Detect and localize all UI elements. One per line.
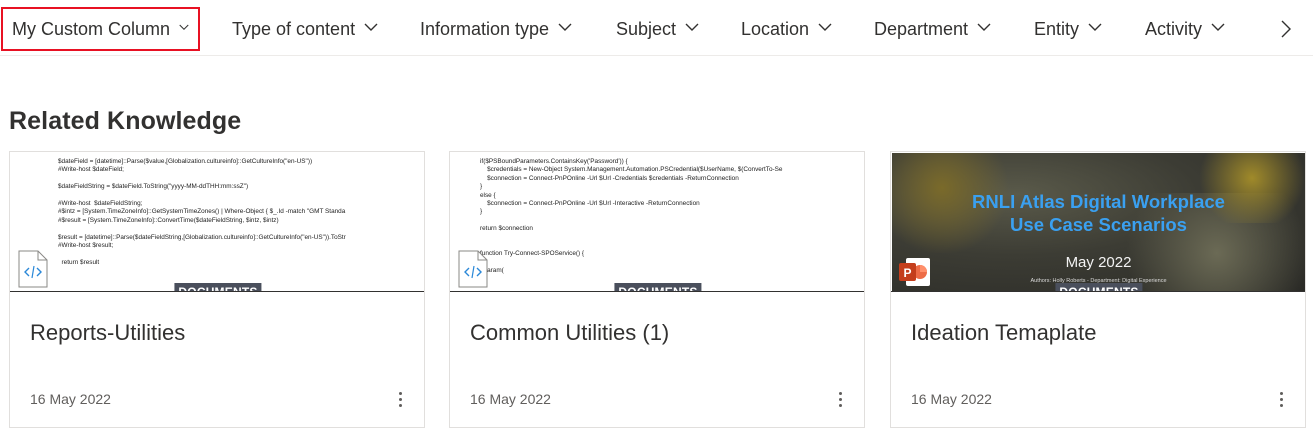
more-options-button[interactable] xyxy=(392,387,408,411)
chevron-down-icon xyxy=(1088,23,1102,31)
card-date: 16 May 2022 xyxy=(911,391,992,407)
filter-type-of-content[interactable]: Type of content xyxy=(232,7,378,51)
scroll-filters-right-button[interactable] xyxy=(1274,14,1298,44)
filter-label: Department xyxy=(874,18,969,39)
document-thumbnail[interactable]: if($PSBoundParameters.ContainsKey('Passw… xyxy=(450,152,864,292)
filter-information-type[interactable]: Information type xyxy=(420,7,572,51)
filter-label: Subject xyxy=(616,18,677,39)
filter-label: Information type xyxy=(420,18,550,39)
slide-title-line: Use Case Scenarios xyxy=(1010,214,1187,235)
card-title[interactable]: Reports-Utilities xyxy=(30,320,185,346)
filter-location[interactable]: Location xyxy=(741,7,832,51)
filter-subject[interactable]: Subject xyxy=(616,7,699,51)
filter-department[interactable]: Department xyxy=(874,7,991,51)
more-options-button[interactable] xyxy=(1273,387,1289,411)
code-file-icon xyxy=(18,250,48,288)
chevron-down-icon xyxy=(179,24,189,30)
chevron-down-icon xyxy=(1211,23,1225,31)
card-date: 16 May 2022 xyxy=(30,391,111,407)
filter-bar: My Custom Column Type of content Informa… xyxy=(0,0,1313,56)
filter-my-custom-column[interactable]: My Custom Column xyxy=(1,7,200,51)
slide-title: RNLI Atlas Digital Workplace Use Case Sc… xyxy=(892,190,1305,236)
code-preview: if($PSBoundParameters.ContainsKey('Passw… xyxy=(480,158,783,275)
chevron-down-icon xyxy=(364,23,378,31)
document-thumbnail[interactable]: $dateField = [datetime]::Parse($value,[G… xyxy=(10,152,424,292)
filter-label: Entity xyxy=(1034,18,1080,39)
document-thumbnail[interactable]: RNLI Atlas Digital Workplace Use Case Sc… xyxy=(891,152,1305,292)
more-options-button[interactable] xyxy=(832,387,848,411)
content-type-badge: DOCUMENTS xyxy=(1055,283,1143,291)
filter-label: My Custom Column xyxy=(12,18,171,39)
card-title[interactable]: Ideation Temaplate xyxy=(911,320,1097,346)
content-type-badge: DOCUMENTS xyxy=(174,283,262,291)
chevron-down-icon xyxy=(977,23,991,31)
content-type-badge: DOCUMENTS xyxy=(614,283,702,291)
card-date: 16 May 2022 xyxy=(470,391,551,407)
section-title: Related Knowledge xyxy=(9,107,242,135)
filter-label: Activity xyxy=(1145,18,1203,39)
chevron-down-icon xyxy=(818,23,832,31)
svg-text:P: P xyxy=(903,266,911,280)
filter-activity[interactable]: Activity xyxy=(1145,7,1225,51)
document-card[interactable]: $dateField = [datetime]::Parse($value,[G… xyxy=(9,151,425,428)
filter-label: Type of content xyxy=(232,18,356,39)
chevron-right-icon xyxy=(1281,20,1291,38)
code-preview: $dateField = [datetime]::Parse($value,[G… xyxy=(58,158,346,266)
slide-preview: RNLI Atlas Digital Workplace Use Case Sc… xyxy=(892,153,1305,291)
document-card[interactable]: if($PSBoundParameters.ContainsKey('Passw… xyxy=(449,151,865,428)
chevron-down-icon xyxy=(558,23,572,31)
card-title[interactable]: Common Utilities (1) xyxy=(470,320,669,346)
code-file-icon xyxy=(458,250,488,288)
powerpoint-icon: P xyxy=(899,258,930,286)
filter-label: Location xyxy=(741,18,810,39)
document-card[interactable]: RNLI Atlas Digital Workplace Use Case Sc… xyxy=(890,151,1306,428)
chevron-down-icon xyxy=(685,23,699,31)
slide-title-line: RNLI Atlas Digital Workplace xyxy=(972,191,1225,212)
slide-date: May 2022 xyxy=(1065,254,1132,271)
filter-entity[interactable]: Entity xyxy=(1034,7,1102,51)
